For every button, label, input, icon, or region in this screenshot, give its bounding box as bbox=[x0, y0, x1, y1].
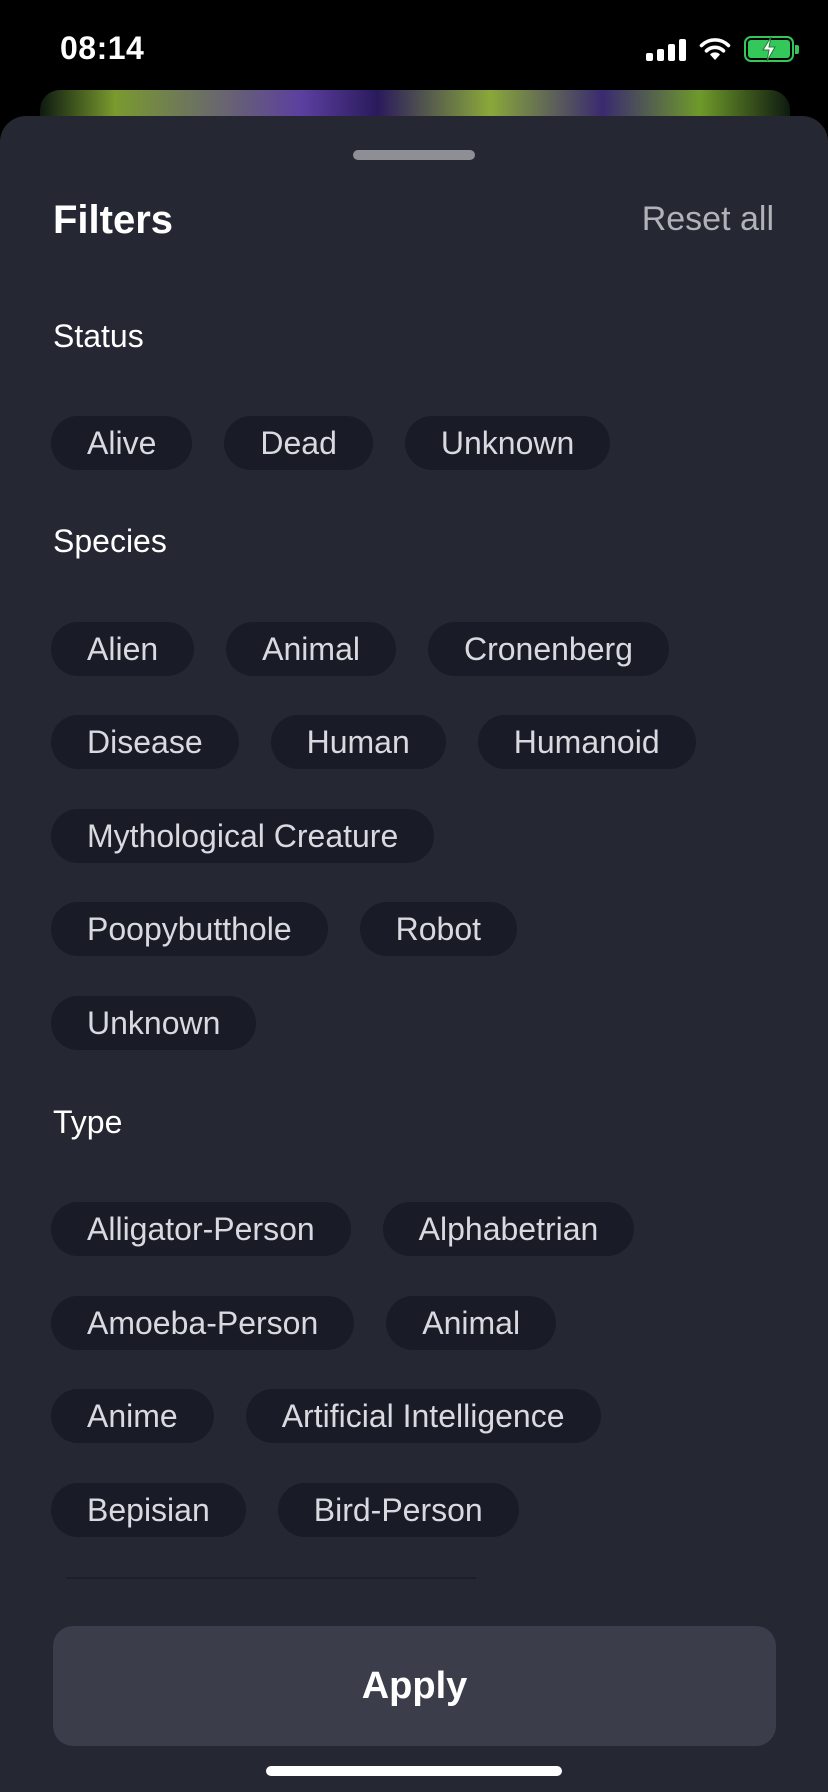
chip-row: Mythological Creature bbox=[51, 809, 435, 863]
chip-row: Alligator-Person Alphabetrian bbox=[51, 1202, 635, 1256]
chip-species-humanoid[interactable]: Humanoid bbox=[477, 715, 696, 769]
chip-row: Bepisian Bird-Person bbox=[51, 1483, 519, 1537]
chip-type-alphabetrian[interactable]: Alphabetrian bbox=[382, 1202, 635, 1256]
chip-status-alive[interactable]: Alive bbox=[51, 416, 193, 470]
chip-species-robot[interactable]: Robot bbox=[359, 902, 517, 956]
chip-species-cronenberg[interactable]: Cronenberg bbox=[427, 622, 669, 676]
sheet-grabber[interactable] bbox=[353, 150, 475, 160]
chip-type-anime[interactable]: Anime bbox=[51, 1389, 214, 1443]
chip-species-disease[interactable]: Disease bbox=[51, 715, 239, 769]
home-indicator bbox=[266, 1766, 562, 1776]
chip-row: Amoeba-Person Animal bbox=[51, 1296, 557, 1350]
chip-species-unknown[interactable]: Unknown bbox=[51, 996, 257, 1050]
reset-all-button[interactable]: Reset all bbox=[642, 200, 774, 239]
chip-species-poopybutthole[interactable]: Poopybutthole bbox=[51, 902, 328, 956]
section-title-species: Species bbox=[53, 523, 167, 559]
status-icons bbox=[646, 36, 799, 62]
chip-type-alligator-person[interactable]: Alligator-Person bbox=[51, 1202, 351, 1256]
cellular-signal-icon bbox=[646, 37, 686, 61]
chip-species-mythological-creature[interactable]: Mythological Creature bbox=[51, 809, 435, 863]
chip-type-bepisian[interactable]: Bepisian bbox=[51, 1483, 246, 1537]
section-title-status: Status bbox=[53, 318, 144, 354]
chip-type-amoeba-person[interactable]: Amoeba-Person bbox=[51, 1296, 355, 1350]
chip-row: Alien Animal Cronenberg bbox=[51, 622, 669, 676]
filters-sheet: Filters Reset all Status Alive Dead Unkn… bbox=[0, 116, 828, 1792]
chip-row: Disease Human Humanoid bbox=[51, 715, 696, 769]
chip-row: Alive Dead Unknown bbox=[51, 416, 611, 470]
wifi-icon bbox=[699, 38, 731, 60]
battery-charging-icon bbox=[744, 36, 799, 62]
chip-status-dead[interactable]: Dead bbox=[224, 416, 373, 470]
status-bar: 08:14 bbox=[0, 0, 828, 100]
section-title-type: Type bbox=[53, 1104, 123, 1140]
chip-type-animal[interactable]: Animal bbox=[386, 1296, 557, 1350]
chip-row: Poopybutthole Robot bbox=[51, 902, 517, 956]
scroll-edge-divider bbox=[66, 1577, 476, 1579]
chip-type-bird-person[interactable]: Bird-Person bbox=[277, 1483, 519, 1537]
chip-row: Anime Artificial Intelligence bbox=[51, 1389, 601, 1443]
chip-row: Unknown bbox=[51, 996, 257, 1050]
chip-status-unknown[interactable]: Unknown bbox=[404, 416, 611, 470]
status-time: 08:14 bbox=[60, 30, 145, 66]
chip-type-artificial-intelligence[interactable]: Artificial Intelligence bbox=[245, 1389, 601, 1443]
chip-species-animal[interactable]: Animal bbox=[226, 622, 396, 676]
chip-species-alien[interactable]: Alien bbox=[51, 622, 195, 676]
sheet-title: Filters bbox=[53, 198, 174, 242]
chip-species-human[interactable]: Human bbox=[270, 715, 446, 769]
apply-button[interactable]: Apply bbox=[53, 1626, 776, 1746]
